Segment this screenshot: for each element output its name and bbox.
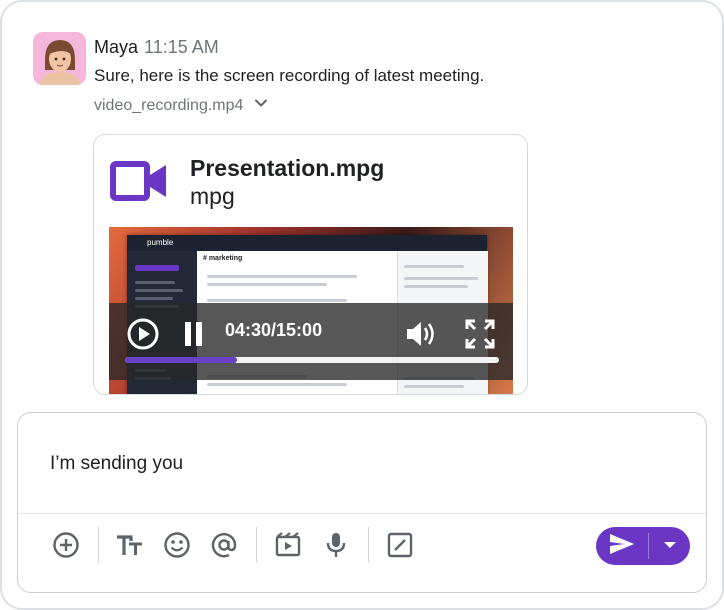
send-button[interactable] (596, 527, 648, 565)
avatar[interactable] (33, 32, 86, 85)
toolbar-separator (98, 527, 99, 563)
preview-topbar: pumble (127, 235, 487, 251)
microphone-icon[interactable] (320, 529, 352, 561)
toolbar-separator (368, 527, 369, 563)
send-icon (608, 532, 636, 561)
message-composer: I’m sending you (17, 412, 707, 593)
video-player[interactable]: pumble # marketing 04:30/15:00 (109, 227, 513, 394)
video-file-icon (110, 161, 168, 206)
fullscreen-icon[interactable] (465, 319, 495, 354)
message-text: Sure, here is the screen recording of la… (94, 66, 485, 85)
slash-command-icon[interactable] (384, 529, 416, 561)
caret-down-icon (663, 537, 677, 555)
composer-input[interactable]: I’m sending you (50, 453, 183, 475)
emoji-icon[interactable] (161, 529, 193, 561)
play-icon[interactable] (126, 317, 160, 356)
video-controls: 04:30/15:00 (109, 303, 513, 380)
preview-app-name: pumble (147, 238, 174, 247)
attachment-toggle[interactable]: video_recording.mp4 (94, 95, 269, 116)
attachment-card[interactable]: Presentation.mpg mpg pumble # marketing (93, 134, 528, 395)
avatar-illustration (33, 32, 86, 85)
sender-name[interactable]: Maya (94, 37, 138, 57)
file-title: Presentation.mpg (190, 155, 385, 181)
volume-icon[interactable] (405, 319, 437, 354)
video-progress-bar[interactable] (125, 357, 499, 363)
mention-icon[interactable] (208, 529, 240, 561)
attachment-name: video_recording.mp4 (94, 96, 244, 114)
send-options-button[interactable] (649, 527, 690, 565)
chevron-down-icon[interactable] (253, 95, 269, 116)
video-progress-fill (125, 357, 238, 363)
add-circle-icon[interactable] (50, 529, 82, 561)
composer-divider (18, 513, 706, 514)
preview-channel: # marketing (203, 255, 243, 262)
toolbar-separator (256, 527, 257, 563)
send-button-group (596, 527, 690, 565)
video-time: 04:30/15:00 (225, 320, 323, 340)
file-type: mpg (190, 183, 235, 209)
message-time: 11:15 AM (144, 37, 219, 57)
pause-icon[interactable] (183, 321, 205, 352)
text-format-icon[interactable] (114, 529, 146, 561)
message-header: Maya 11:15 AM (94, 37, 219, 58)
video-clip-icon[interactable] (272, 529, 304, 561)
